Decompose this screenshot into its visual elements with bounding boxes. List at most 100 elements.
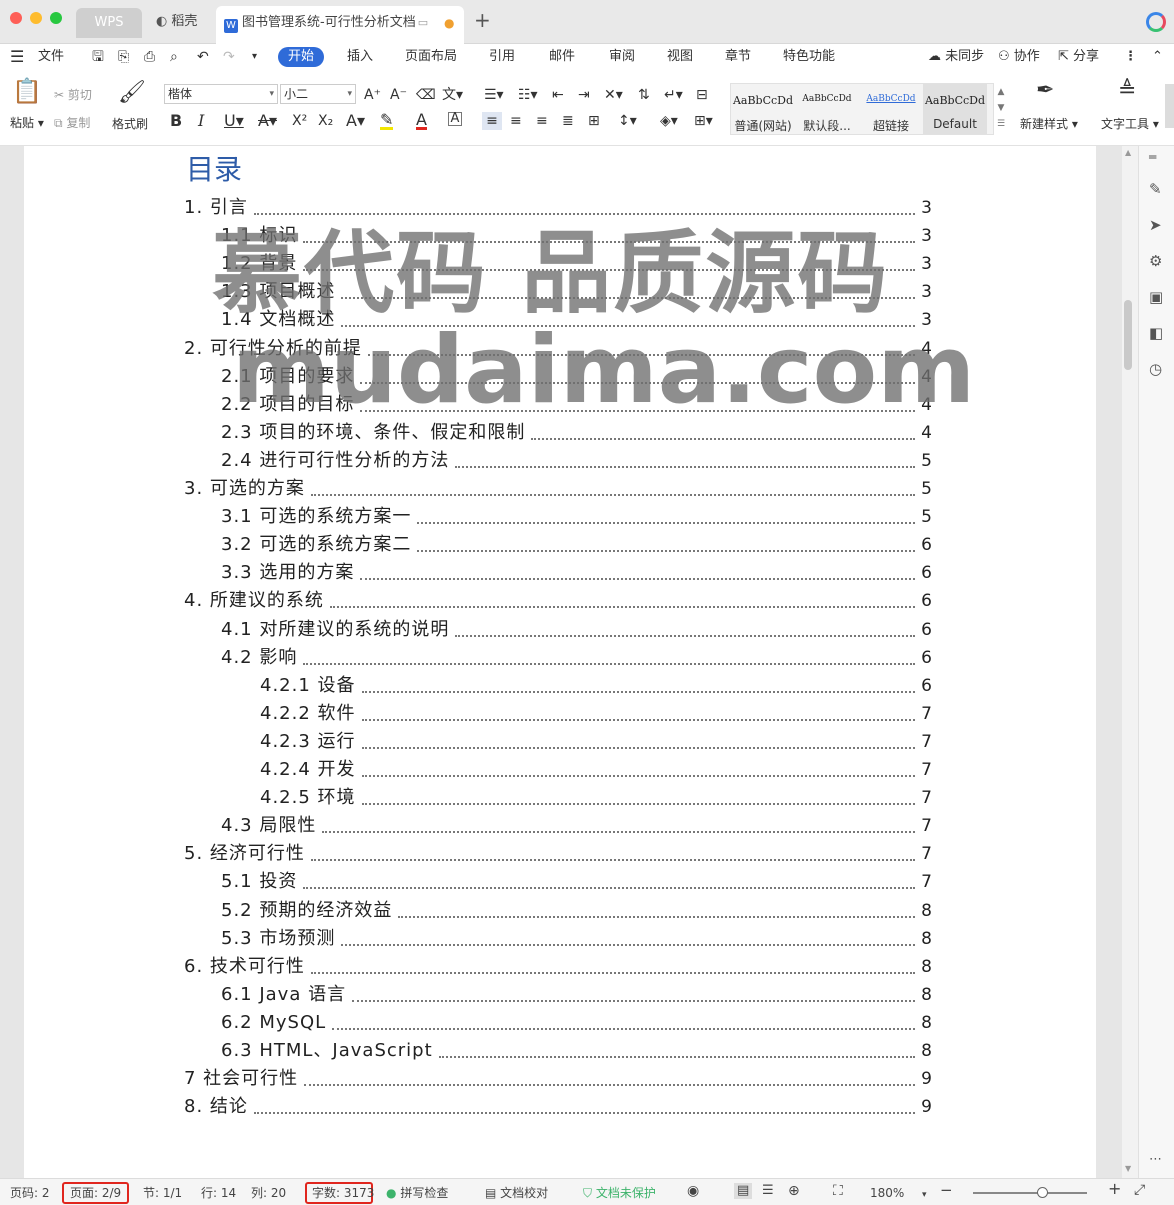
tab-chapter[interactable]: 章节 (725, 48, 751, 66)
phonetic-guide-icon[interactable]: 文▾ (442, 86, 463, 104)
toc-entry[interactable]: 6. 技术可行性 8 (184, 953, 932, 981)
bullet-list-icon[interactable]: ☰▾ (484, 86, 504, 104)
scroll-up-icon[interactable]: ▲ (1125, 148, 1131, 157)
select-cursor-icon[interactable]: ➤ (1149, 216, 1162, 234)
page-status[interactable]: 页面: 2/9 (70, 1185, 121, 1201)
highlight-icon[interactable]: ✎ (380, 112, 394, 130)
ribbon-scroll-right[interactable] (1165, 84, 1174, 128)
toc-entry[interactable]: 4.2.3 运行 7 (260, 728, 932, 756)
paste-button[interactable]: 粘贴 ▾ (10, 114, 44, 131)
zoom-out-icon[interactable]: − (940, 1182, 953, 1198)
fullscreen-icon[interactable]: ⤢ (1134, 1182, 1145, 1198)
tab-start[interactable]: 开始 (278, 47, 325, 67)
toc-entry[interactable]: 1.3 项目概述 3 (221, 278, 932, 306)
style-default-paragraph[interactable]: AaBbCcDd 默认段... (795, 84, 859, 134)
borders-icon[interactable]: ⊞▾ (694, 112, 713, 130)
toc-entry[interactable]: 2.3 项目的环境、条件、假定和限制 4 (221, 419, 932, 447)
new-style-icon[interactable]: ✒ (1036, 80, 1054, 102)
doc-proofread-button[interactable]: ▤ 文档校对 (485, 1185, 548, 1201)
format-painter-button[interactable]: 格式刷 (112, 115, 148, 132)
minimize-window-button[interactable] (30, 12, 42, 24)
more-quick-icon[interactable]: ▾ (252, 48, 257, 66)
toc-entry[interactable]: 3. 可选的方案 5 (184, 475, 932, 503)
toc-entry[interactable]: 2.1 项目的要求 4 (221, 363, 932, 391)
print-icon[interactable]: ⎙ (144, 48, 155, 66)
clear-format-icon[interactable]: ⌫ (416, 86, 436, 104)
toc-entry[interactable]: 6.2 MySQL 8 (221, 1009, 932, 1037)
toc-entry[interactable]: 5.3 市场预测 8 (221, 925, 932, 953)
tab-references[interactable]: 引用 (489, 48, 515, 66)
style-hyperlink[interactable]: AaBbCcDd 超链接 (859, 84, 923, 134)
text-tools-icon[interactable]: ≜ (1118, 80, 1136, 102)
panel-collapse-icon[interactable]: ═ (1149, 150, 1156, 164)
image-icon[interactable]: ▣ (1149, 288, 1163, 306)
style-normal-web[interactable]: AaBbCcDd 普通(网站) (731, 84, 795, 134)
collab-button[interactable]: ⚇ 协作 (998, 48, 1040, 66)
font-size-select[interactable]: 小二 ▾ (280, 84, 356, 104)
maximize-window-button[interactable] (50, 12, 62, 24)
adjust-sliders-icon[interactable]: ⚙ (1149, 252, 1162, 270)
distributed-icon[interactable]: ⊞ (588, 112, 600, 130)
toc-entry[interactable]: 1.4 文档概述 3 (221, 306, 932, 334)
page-view-icon[interactable]: ▤ (734, 1183, 753, 1199)
word-count-status[interactable]: 字数: 3173 (312, 1185, 374, 1201)
font-name-select[interactable]: 楷体 ▾ (164, 84, 278, 104)
doc-review-icon[interactable]: ◧ (1149, 324, 1163, 342)
italic-icon[interactable]: I (198, 112, 204, 130)
copy-button[interactable]: ⧉ 复制 (54, 114, 90, 131)
toc-entry[interactable]: 4.2 影响 6 (221, 644, 932, 672)
toc-entry[interactable]: 4.2.1 设备 6 (260, 672, 932, 700)
tab-insert[interactable]: 插入 (347, 48, 373, 66)
toc-entry[interactable]: 4.2.5 环境 7 (260, 784, 932, 812)
decrease-indent-icon[interactable]: ⇤ (552, 86, 564, 104)
toc-entry[interactable]: 2. 可行性分析的前提 4 (184, 335, 932, 363)
toc-entry[interactable]: 2.2 项目的目标 4 (221, 391, 932, 419)
toc-entry[interactable]: 5.1 投资 7 (221, 868, 932, 896)
char-border-icon[interactable]: A (448, 112, 462, 126)
toc-entry[interactable]: 7 社会可行性 9 (184, 1065, 932, 1093)
toc-entry[interactable]: 8. 结论 9 (184, 1093, 932, 1121)
toc-entry[interactable]: 4. 所建议的系统 6 (184, 587, 932, 615)
toc-entry[interactable]: 3.1 可选的系统方案一 5 (221, 503, 932, 531)
zoom-slider-handle[interactable] (1037, 1187, 1048, 1198)
toc-entry[interactable]: 1. 引言 3 (184, 194, 932, 222)
more-tools-icon[interactable]: ⋯ (1149, 1152, 1162, 1167)
toc-entry[interactable]: 5. 经济可行性 7 (184, 840, 932, 868)
sync-button[interactable]: ☁ 未同步 (928, 48, 984, 66)
style-default[interactable]: AaBbCcDd Default (923, 84, 987, 134)
tab-wps[interactable]: WPS (76, 8, 142, 38)
redo-icon[interactable]: ↷ (223, 48, 235, 66)
edit-pen-icon[interactable]: ✎ (1149, 180, 1162, 198)
align-right-icon[interactable]: ≡ (536, 112, 548, 130)
tab-special-features[interactable]: 特色功能 (783, 48, 835, 66)
align-left-icon[interactable]: ≡ (482, 112, 502, 130)
tab-document[interactable]: W 图书管理系统-可行性分析文档 ▭ ● (216, 6, 464, 44)
text-tools-button[interactable]: 文字工具 ▾ (1101, 115, 1159, 132)
zoom-in-icon[interactable]: + (1108, 1181, 1121, 1197)
outline-view-icon[interactable]: ☰ (762, 1183, 774, 1199)
format-painter-icon[interactable]: 🖌 (118, 82, 146, 104)
toc-entry[interactable]: 4.3 局限性 7 (221, 812, 932, 840)
underline-icon[interactable]: U▾ (224, 112, 244, 130)
scroll-down-icon[interactable]: ▼ (1125, 1164, 1131, 1173)
toc-entry[interactable]: 2.4 进行可行性分析的方法 5 (221, 447, 932, 475)
print-preview-icon[interactable]: ⌕ (170, 48, 178, 66)
share-button[interactable]: ⇱ 分享 (1058, 48, 1099, 66)
fit-page-icon[interactable]: ⛶ (833, 1183, 843, 1199)
paste-icon[interactable]: 📋 (12, 79, 42, 103)
toc-entry[interactable]: 4.2.2 软件 7 (260, 700, 932, 728)
superscript-icon[interactable]: X² (292, 112, 307, 130)
more-icon[interactable]: ⋮ (1124, 48, 1137, 66)
eye-protection-icon[interactable]: ◉ (687, 1183, 699, 1199)
show-marks-icon[interactable]: ↵▾ (664, 86, 683, 104)
bold-icon[interactable]: B (170, 112, 182, 130)
account-avatar[interactable] (1146, 12, 1166, 32)
toc-entry[interactable]: 1.1 标识 3 (221, 222, 932, 250)
cut-button[interactable]: ✂ 剪切 (54, 86, 92, 103)
grow-font-icon[interactable]: A⁺ (364, 86, 381, 104)
toc-entry[interactable]: 3.2 可选的系统方案二 6 (221, 531, 932, 559)
shading-icon[interactable]: ◈▾ (660, 112, 678, 130)
chinese-layout-icon[interactable]: ✕▾ (604, 86, 623, 104)
spell-check-button[interactable]: ● 拼写检查 (386, 1185, 448, 1201)
zoom-slider[interactable] (973, 1192, 1087, 1194)
